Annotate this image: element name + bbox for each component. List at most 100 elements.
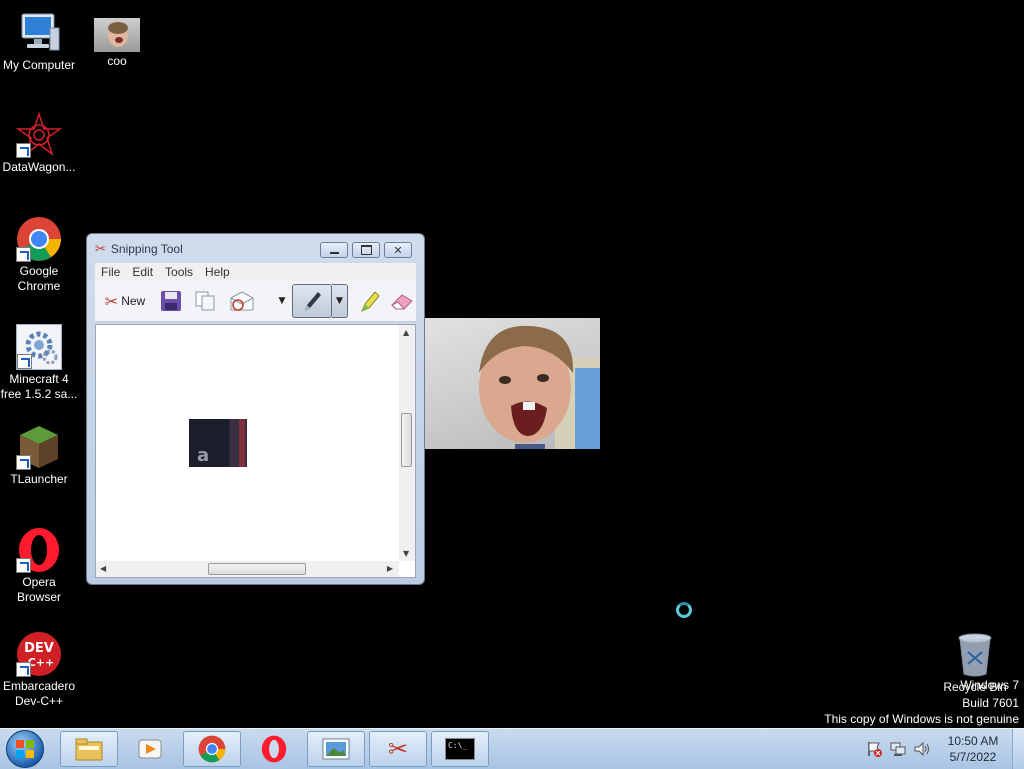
windows-watermark-version: Windows 7 (960, 678, 1019, 692)
eraser-icon (391, 294, 413, 310)
scissors-icon: ✂ (104, 291, 119, 311)
pen-dropdown-button[interactable]: ▼ (332, 284, 348, 318)
save-button[interactable] (158, 289, 184, 313)
desktop-icon-label: TLauncher (10, 472, 68, 486)
opera-icon (16, 527, 62, 573)
snipping-tool-window[interactable]: ✂ Snipping Tool ✕ File Edit Tools Help ✂… (86, 233, 425, 585)
clock-date: 5/7/2022 (949, 750, 997, 764)
chrome-icon (16, 216, 62, 262)
menu-edit[interactable]: Edit (126, 263, 159, 281)
scissors-icon: ✂ (95, 241, 106, 256)
desktop-icon-google-chrome[interactable]: Google Chrome (0, 216, 78, 294)
minimize-icon (329, 252, 339, 254)
snip-image-edge (239, 419, 245, 467)
window-title-bar[interactable]: ✂ Snipping Tool (95, 240, 183, 258)
shortcut-arrow-icon (16, 662, 31, 677)
shortcut-arrow-icon (16, 247, 31, 262)
horizontal-scrollbar[interactable]: ◀ ▶ (96, 561, 399, 577)
dev-logo-text: DEV (24, 641, 54, 656)
menu-tools[interactable]: Tools (159, 263, 199, 281)
close-button[interactable]: ✕ (384, 242, 412, 258)
command-prompt-icon: C:\_ (445, 738, 475, 760)
desktop-icon-coo[interactable]: coo (78, 10, 156, 69)
shortcut-arrow-icon (16, 558, 31, 573)
desktop-icon-tlauncher[interactable]: TLauncher (0, 424, 78, 487)
scroll-up-icon: ▲ (403, 328, 410, 337)
highlighter-button[interactable] (357, 289, 383, 313)
taskbar-photo-viewer-button[interactable] (307, 731, 365, 767)
envelope-icon (230, 291, 254, 311)
clock-time: 10:50 AM (947, 734, 999, 748)
taskbar: ✂ C:\_ 10:50 AM 5/7/2022 (0, 728, 1024, 769)
desktop-icon-datawagon[interactable]: DataWagon... (0, 111, 78, 175)
vertical-scrollbar[interactable]: ▲ ▼ (399, 325, 415, 561)
taskbar-explorer-button[interactable] (60, 731, 118, 767)
recycle-bin-icon (952, 632, 998, 678)
dev-logo-sub: C++ (28, 656, 55, 669)
copy-button[interactable] (192, 289, 218, 313)
taskbar-snipping-tool-button[interactable]: ✂ (369, 731, 427, 767)
desktop-icon-label: Minecraft 4 free 1.5.2 sa... (0, 372, 78, 401)
media-player-icon (138, 739, 162, 759)
tray-action-center-icon[interactable] (866, 741, 882, 757)
tray-network-icon[interactable] (890, 741, 906, 757)
windows-watermark-build: Build 7601 (962, 696, 1019, 710)
desktop-icon-my-computer[interactable]: My Computer (0, 10, 78, 73)
busy-cursor-icon (676, 602, 692, 618)
scissors-icon: ✂ (387, 735, 409, 763)
taskbar-chrome-button[interactable] (183, 731, 241, 767)
start-button[interactable] (6, 730, 44, 768)
desktop-icon-label: DataWagon... (2, 160, 76, 174)
shortcut-arrow-icon (16, 455, 31, 470)
show-desktop-button[interactable] (1012, 729, 1024, 769)
desktop-icon-devcpp[interactable]: DEV C++ Embarcadero Dev-C++ (0, 631, 78, 709)
scroll-thumb[interactable] (401, 413, 412, 467)
window-title: Snipping Tool (110, 242, 183, 256)
photo-viewer-icon (322, 738, 350, 760)
toolbar: ✂ New ▼ ▼ (95, 281, 416, 322)
datawagon-icon (15, 111, 63, 158)
pen-button[interactable] (292, 284, 332, 318)
menu-file[interactable]: File (95, 263, 126, 281)
windows-watermark-genuine: This copy of Windows is not genuine (824, 712, 1019, 726)
send-snip-button[interactable] (228, 289, 256, 313)
photo-viewer[interactable] (425, 318, 600, 449)
snip-canvas[interactable]: a ▲ ▼ ◀ ▶ (95, 324, 416, 578)
menu-help[interactable]: Help (199, 263, 236, 281)
scroll-thumb[interactable] (208, 563, 306, 575)
tray-volume-icon[interactable] (914, 741, 930, 757)
taskbar-media-player-button[interactable] (121, 731, 179, 767)
send-dropdown-button[interactable]: ▼ (276, 289, 288, 313)
snip-image-letter: a (197, 445, 210, 466)
desktop-icon-label: coo (107, 54, 127, 68)
taskbar-cmd-button[interactable]: C:\_ (431, 731, 489, 767)
image-thumbnail-icon (94, 18, 140, 52)
close-icon: ✕ (393, 243, 403, 257)
grass-block-icon (16, 424, 62, 470)
folder-icon (75, 738, 103, 761)
desktop-icon-label: Google Chrome (17, 264, 61, 293)
minimize-button[interactable] (320, 242, 348, 258)
opera-icon (261, 735, 287, 763)
desktop-icon-opera[interactable]: Opera Browser (0, 527, 78, 605)
maximize-icon (360, 245, 372, 255)
pen-icon (305, 292, 321, 311)
shortcut-arrow-icon (17, 354, 32, 369)
windows-logo-icon (16, 740, 34, 758)
eraser-button[interactable] (389, 289, 415, 313)
devcpp-icon: DEV C++ (16, 631, 62, 677)
chevron-down-icon: ▼ (278, 296, 286, 306)
copy-icon (195, 291, 215, 311)
chrome-icon (198, 735, 226, 763)
scroll-left-icon: ◀ (100, 564, 107, 573)
desktop-icon-label: Embarcadero Dev-C++ (2, 679, 76, 708)
scroll-right-icon: ▶ (386, 564, 393, 573)
new-snip-button[interactable]: ✂ New (97, 289, 153, 313)
tray-clock[interactable]: 10:50 AM 5/7/2022 (938, 733, 1008, 765)
desktop-icon-minecraft[interactable]: Minecraft 4 free 1.5.2 sa... (0, 324, 78, 402)
menu-bar: File Edit Tools Help (95, 263, 416, 281)
new-label: New (121, 294, 146, 308)
maximize-button[interactable] (352, 242, 380, 258)
taskbar-opera-button[interactable] (245, 731, 303, 767)
floppy-disk-icon (161, 291, 181, 311)
